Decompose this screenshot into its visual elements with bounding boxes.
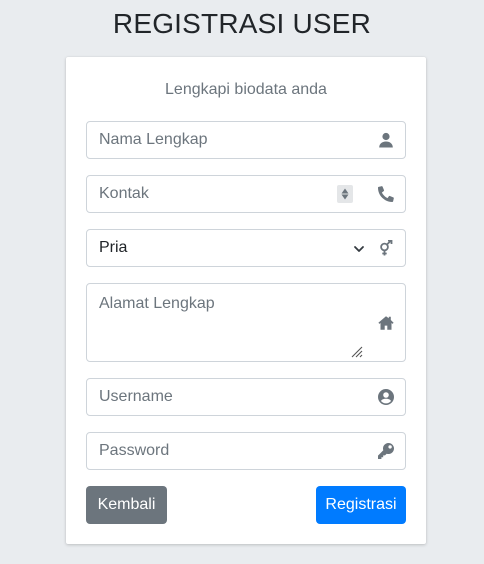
contact-placeholder: Kontak bbox=[99, 185, 149, 202]
back-button[interactable]: Kembali bbox=[86, 486, 167, 524]
username-input[interactable]: Username bbox=[86, 378, 406, 416]
address-textarea[interactable]: Alamat Lengkap bbox=[86, 283, 406, 362]
key-icon bbox=[377, 442, 395, 460]
home-icon bbox=[377, 314, 395, 332]
form-subtitle: Lengkapi biodata anda bbox=[165, 81, 327, 98]
contact-input[interactable]: Kontak bbox=[86, 175, 406, 213]
venus-mars-icon bbox=[377, 239, 395, 257]
password-placeholder: Password bbox=[99, 442, 170, 459]
register-button[interactable]: Registrasi bbox=[316, 486, 406, 524]
resize-handle[interactable] bbox=[349, 344, 363, 358]
gender-select[interactable]: Pria bbox=[86, 229, 406, 267]
page-title: REGISTRASI USER bbox=[112, 8, 372, 39]
number-spinner[interactable] bbox=[337, 185, 353, 203]
password-input[interactable]: Password bbox=[86, 432, 406, 470]
address-placeholder: Alamat Lengkap bbox=[99, 295, 215, 312]
full-name-input[interactable]: Nama Lengkap bbox=[86, 121, 406, 159]
phone-icon bbox=[377, 185, 395, 203]
spin-down-icon bbox=[341, 194, 349, 200]
full-name-placeholder: Nama Lengkap bbox=[99, 131, 208, 148]
user-circle-icon bbox=[377, 388, 395, 406]
registration-card: Lengkapi biodata anda Nama Lengkap Konta… bbox=[66, 57, 426, 544]
chevron-down-icon bbox=[353, 242, 365, 254]
user-icon bbox=[377, 131, 395, 149]
username-placeholder: Username bbox=[99, 388, 173, 405]
gender-value: Pria bbox=[99, 239, 128, 256]
